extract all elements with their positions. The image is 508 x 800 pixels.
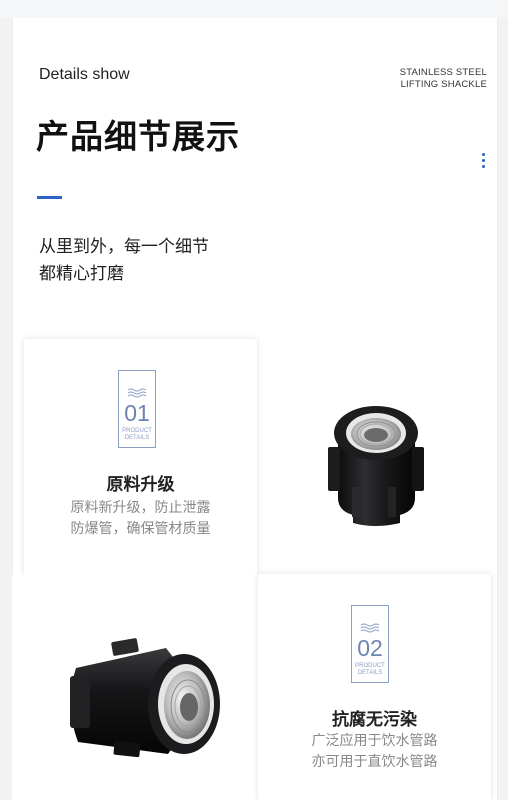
tagline-line-2: 都精心打磨 [39, 264, 124, 284]
feature-description-1: 原料新升级，防止泄露 防爆管，确保管材质量 [70, 500, 211, 537]
vertical-dots-icon [482, 153, 485, 171]
feature-title-1: 原料升级 [106, 475, 175, 495]
wave-icon [360, 623, 380, 633]
badge-caption: PRODUCT DETAILS [122, 428, 152, 441]
badge-caption: PRODUCT DETAILS [355, 663, 385, 676]
badge-number: 01 [124, 400, 150, 426]
pipe-fitting-image-2 [70, 638, 220, 758]
english-subtitle: STAINLESS STEEL LIFTING SHACKLE [400, 67, 487, 91]
tagline-line-1: 从里到外，每一个细节 [39, 237, 209, 257]
page-title: 产品细节展示 [36, 117, 240, 156]
top-strip [0, 0, 508, 18]
subtitle-line-2: LIFTING SHACKLE [400, 79, 487, 90]
pipe-fitting-image-1 [328, 406, 424, 526]
badge-number: 02 [357, 635, 383, 661]
feature-title-2: 抗腐无污染 [332, 710, 417, 730]
accent-dot [59, 196, 62, 199]
accent-bar [37, 196, 59, 199]
feature-description-2: 广泛应用于饮水管路 亦可用于直饮水管路 [311, 733, 438, 770]
eyebrow-text: Details show [39, 66, 130, 83]
tagline: 从里到外，每一个细节 都精心打磨 [39, 234, 209, 288]
number-badge-2: 02 PRODUCT DETAILS [351, 605, 389, 683]
subtitle-line-1: STAINLESS STEEL [399, 67, 487, 78]
number-badge-1: 01 PRODUCT DETAILS [118, 370, 156, 448]
wave-icon [127, 388, 147, 398]
